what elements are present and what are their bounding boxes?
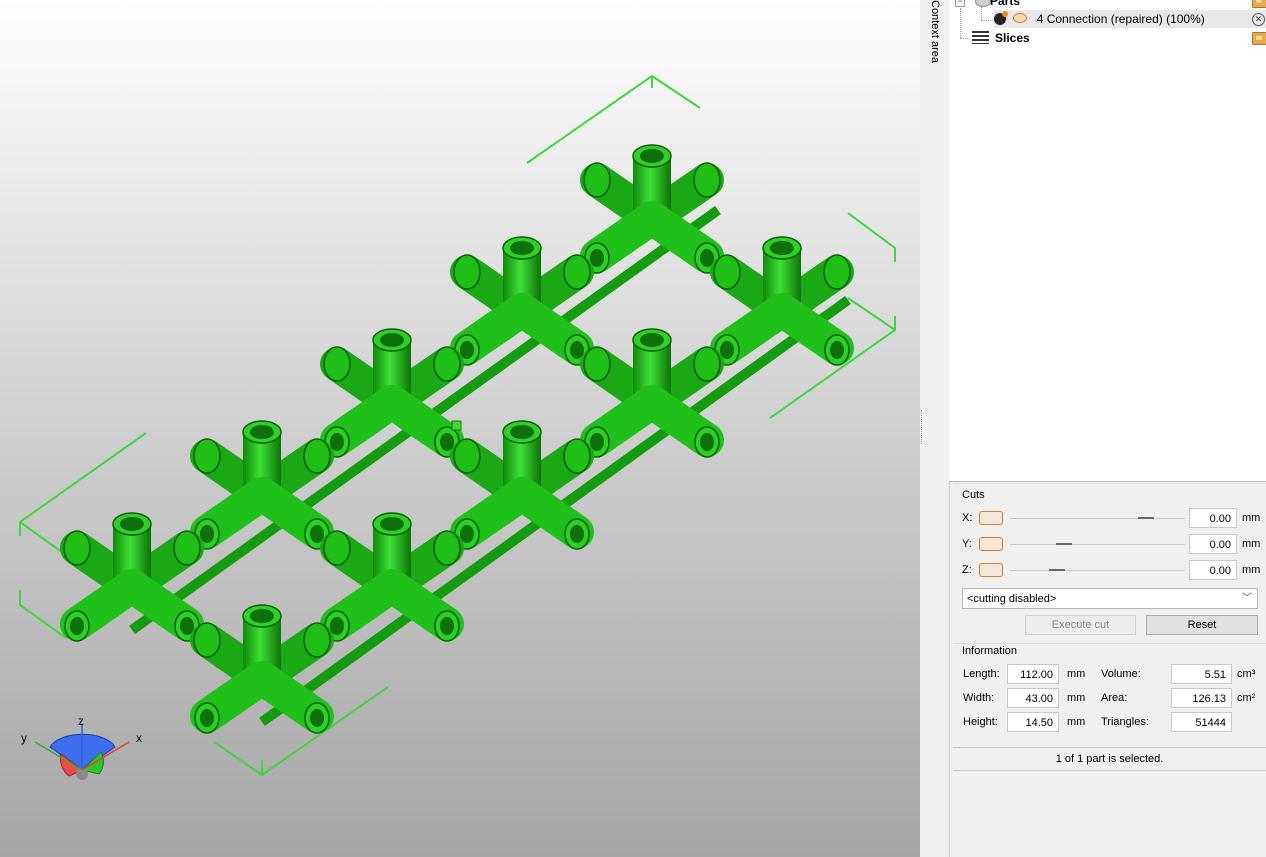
parts-folder-right-icon[interactable]: [1252, 0, 1266, 8]
reset-button[interactable]: Reset: [1146, 615, 1258, 635]
cut-x-unit: mm: [1242, 512, 1261, 524]
3d-viewport[interactable]: z x y: [0, 0, 920, 857]
connector-part[interactable]: [60, 512, 204, 642]
tree-item-parts[interactable]: Parts: [990, 0, 1020, 10]
cut-x-input[interactable]: 0.00: [1189, 508, 1237, 528]
triangles-label: Triangles:: [1101, 716, 1149, 728]
tree-item-slices[interactable]: Slices: [995, 29, 1030, 47]
cut-y-slider-handle[interactable]: [1056, 543, 1072, 545]
axis-y-label: y: [21, 731, 27, 745]
cut-x-toggle[interactable]: [979, 511, 1003, 525]
volume-unit: cm³: [1237, 668, 1256, 680]
cut-y-unit: mm: [1242, 538, 1261, 550]
length-unit: mm: [1067, 668, 1086, 680]
cut-x-label: X:: [962, 512, 973, 524]
height-value: 14.50: [1007, 712, 1059, 732]
cut-y-input[interactable]: 0.00: [1189, 534, 1237, 554]
execute-cut-button[interactable]: Execute cut: [1025, 615, 1136, 635]
width-label: Width:: [963, 692, 995, 704]
area-value: 126.13: [1171, 688, 1232, 708]
cuts-title: Cuts: [962, 489, 985, 501]
triangles-value: 51444: [1171, 712, 1232, 732]
splitter-handle[interactable]: [921, 410, 924, 444]
visibility-eye-icon[interactable]: [1013, 13, 1028, 23]
area-unit: cm²: [1237, 692, 1256, 704]
volume-label: Volume:: [1101, 668, 1141, 680]
expand-toggle-icon[interactable]: −: [955, 0, 965, 7]
axis-orientation-widget: z x y: [21, 714, 142, 780]
connector-parts[interactable]: [60, 144, 854, 734]
cut-z-label: Z:: [962, 564, 972, 576]
length-value: 112.00: [1007, 664, 1059, 684]
cut-mode-value: <cutting disabled>: [967, 593, 1057, 605]
slices-folder-icon[interactable]: [1252, 32, 1266, 45]
part-label: 4 Connection (repaired) (100%): [1036, 12, 1205, 26]
context-area-strip[interactable]: [920, 0, 950, 857]
cut-x-slider[interactable]: [1010, 518, 1185, 519]
width-value: 43.00: [1007, 688, 1059, 708]
volume-value: 5.51: [1171, 664, 1232, 684]
cut-z-slider-handle[interactable]: [1049, 569, 1065, 571]
axis-z-label: z: [78, 714, 84, 728]
cut-y-toggle[interactable]: [979, 537, 1003, 551]
height-label: Height:: [963, 716, 998, 728]
height-unit: mm: [1067, 716, 1086, 728]
slices-icon: [972, 31, 989, 44]
cut-x-slider-handle[interactable]: [1138, 517, 1154, 519]
part-tree[interactable]: [949, 0, 1266, 482]
connector-part[interactable]: [190, 604, 334, 734]
length-label: Length:: [963, 668, 1000, 680]
connector-part[interactable]: [190, 420, 334, 550]
selection-handle[interactable]: [451, 420, 462, 431]
information-title: Information: [962, 645, 1018, 657]
part-icon: [994, 11, 1008, 25]
chevron-down-icon: ﹀: [1242, 593, 1252, 604]
axis-x-label: x: [136, 731, 142, 745]
context-area-label[interactable]: Context area: [927, 0, 943, 70]
cut-z-toggle[interactable]: [979, 563, 1003, 577]
connector-part[interactable]: [320, 512, 464, 642]
cut-y-label: Y:: [962, 538, 972, 550]
cut-y-slider[interactable]: [1010, 544, 1185, 545]
remove-part-icon[interactable]: ✕: [1252, 13, 1265, 26]
selection-status: 1 of 1 part is selected.: [953, 747, 1266, 771]
width-unit: mm: [1067, 692, 1086, 704]
cut-mode-select[interactable]: <cutting disabled> ﹀: [962, 588, 1258, 609]
cut-z-unit: mm: [1242, 564, 1261, 576]
cut-z-slider[interactable]: [1010, 570, 1185, 571]
tree-item-part[interactable]: 4 Connection (repaired) (100%): [994, 10, 1266, 28]
cut-z-input[interactable]: 0.00: [1189, 560, 1237, 580]
area-label: Area:: [1101, 692, 1128, 704]
